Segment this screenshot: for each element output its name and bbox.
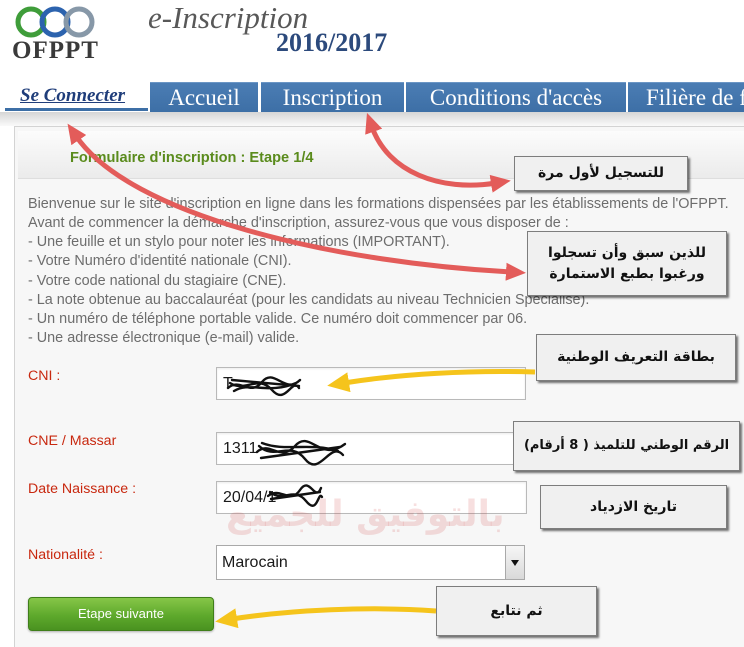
ofppt-logo-rings-icon: [15, 6, 95, 38]
nationality-select[interactable]: Marocain: [216, 545, 525, 580]
next-step-button[interactable]: Etape suivante: [28, 597, 214, 631]
callout-text: ثم نتابع: [490, 602, 543, 619]
logo-text: OFPPT: [12, 37, 99, 64]
intro-line: Bienvenue sur le site d'inscription en l…: [28, 196, 729, 212]
nationality-selected-value: Marocain: [222, 554, 288, 571]
se-connecter-link[interactable]: Se Connecter: [20, 85, 125, 107]
form-title: Formulaire d'inscription : Etape 1/4: [70, 150, 314, 166]
tab-label: Filière de f: [646, 85, 744, 110]
tab-label: Accueil: [168, 85, 240, 110]
callout-already-registered: للذين سبق وأن تسجلوا ورغبوا بطبع الاستما…: [527, 231, 727, 296]
nav-shadow: [0, 112, 744, 126]
birth-date-input[interactable]: [216, 481, 527, 514]
callout-text: تاريخ الازدياد: [590, 498, 677, 515]
callout-text: بطاقة التعريف الوطنية: [557, 349, 715, 366]
callout-national-id-card: بطاقة التعريف الوطنية: [536, 334, 736, 381]
callout-text: للتسجيل لأول مرة: [538, 165, 664, 182]
tab-inscription[interactable]: Inscription: [261, 82, 404, 112]
callout-then-continue: ثم نتابع: [436, 586, 597, 636]
callout-text: للذين سبق وأن تسجلوا: [548, 245, 706, 262]
tab-label: Conditions d'accès: [429, 85, 603, 110]
callout-first-registration: للتسجيل لأول مرة: [514, 156, 688, 191]
cne-label: CNE / Massar: [28, 433, 117, 449]
intro-line: - Un numéro de téléphone portable valide…: [28, 310, 528, 327]
tab-accueil[interactable]: Accueil: [150, 82, 258, 112]
callout-birth-date: تاريخ الازدياد: [540, 485, 727, 529]
session-year: 2016/2017: [276, 28, 388, 57]
cni-input[interactable]: [216, 367, 526, 400]
callout-student-number: الرقم الوطني للتلميذ ( 8 أرقام): [513, 421, 740, 471]
birth-date-label: Date Naissance :: [28, 481, 137, 497]
tab-label: Inscription: [282, 85, 383, 110]
tab-conditions-acces[interactable]: Conditions d'accès: [406, 82, 626, 112]
cne-input[interactable]: [216, 432, 526, 465]
cni-label: CNI :: [28, 368, 61, 384]
active-nav-underline: [5, 108, 148, 111]
tab-filiere[interactable]: Filière de f: [628, 82, 744, 112]
callout-text: الرقم الوطني للتلميذ ( 8 أرقام): [523, 437, 730, 453]
nationality-label: Nationalité :: [28, 547, 103, 563]
callout-text: ورغبوا بطبع الاستمارة: [549, 265, 705, 282]
chevron-down-icon[interactable]: [505, 546, 524, 579]
